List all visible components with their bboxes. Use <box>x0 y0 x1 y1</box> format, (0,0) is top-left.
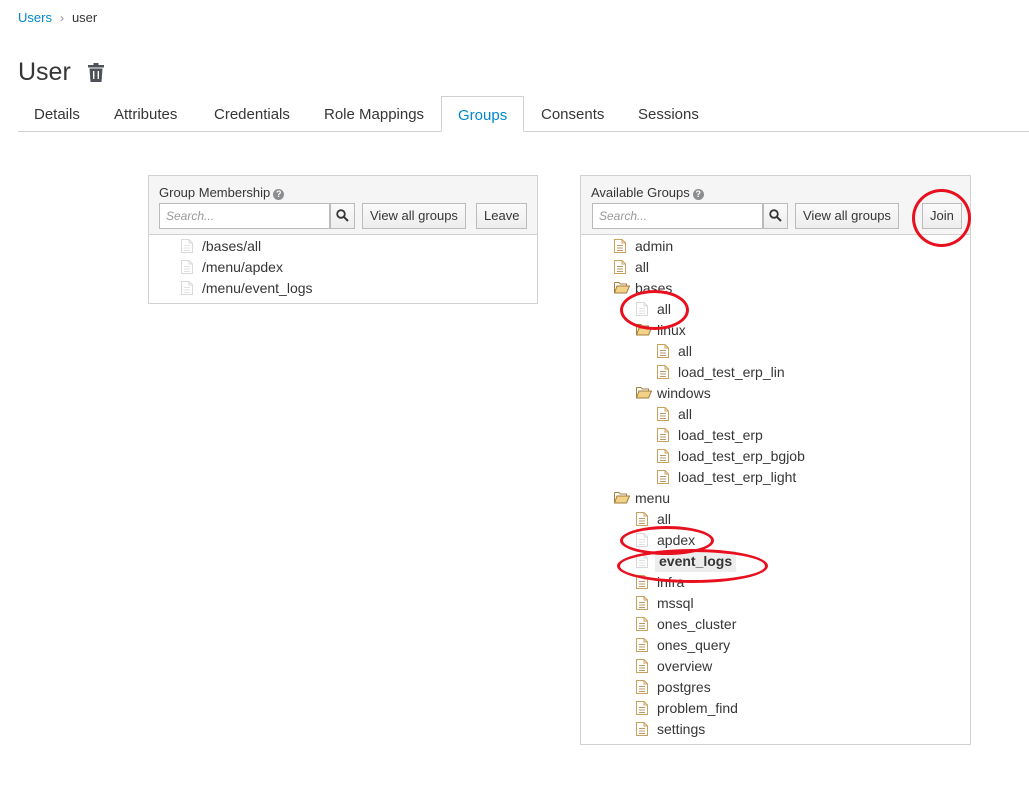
available-search-input[interactable] <box>592 203 763 229</box>
tree-item-label: load_test_erp_bgjob <box>678 448 805 464</box>
membership-item-label: /menu/apdex <box>202 259 283 275</box>
breadcrumb: Users › user <box>18 10 97 25</box>
group-membership-panel: Group Membership? View all groups Leave … <box>148 175 538 304</box>
search-icon <box>769 209 782 222</box>
tree-item-label: all <box>657 301 672 317</box>
group-membership-header: Group Membership? View all groups Leave <box>149 176 537 235</box>
tree-item-label: load_test_erp_lin <box>678 364 785 380</box>
tree-item-label: event_logs <box>655 551 737 572</box>
tab-consents[interactable]: Consents <box>525 96 620 131</box>
tab-credentials[interactable]: Credentials <box>198 96 306 131</box>
tab-groups[interactable]: Groups <box>441 96 525 132</box>
membership-view-all-button[interactable]: View all groups <box>362 203 466 229</box>
help-icon[interactable]: ? <box>692 189 704 200</box>
membership-item-label: /bases/all <box>202 238 262 254</box>
chevron-right-icon: › <box>59 11 64 25</box>
tree-item-label: all <box>678 406 693 422</box>
breadcrumb-current: user <box>71 10 98 25</box>
tab-details[interactable]: Details <box>18 96 96 131</box>
tab-sessions[interactable]: Sessions <box>622 96 715 131</box>
tree-item-label: overview <box>657 658 713 674</box>
help-icon[interactable]: ? <box>273 189 285 200</box>
leave-button[interactable]: Leave <box>476 203 528 229</box>
tree-item-label: all <box>678 343 693 359</box>
tree-item-label: admin <box>635 238 674 254</box>
tree-item-label: windows <box>657 385 711 401</box>
tree-item-label: ones_query <box>657 637 731 653</box>
join-button[interactable]: Join <box>922 203 962 229</box>
page-title: User <box>18 58 71 86</box>
tree-item-label: linux <box>657 322 686 338</box>
membership-item-label: /menu/event_logs <box>202 280 313 296</box>
tree-item-label: apdex <box>657 532 696 548</box>
tree-item-label: mssql <box>657 595 694 611</box>
tab-attributes[interactable]: Attributes <box>98 96 193 131</box>
breadcrumb-users-link[interactable]: Users <box>18 10 52 25</box>
trash-icon[interactable] <box>88 63 104 87</box>
available-search-button[interactable] <box>763 203 788 229</box>
tree-item-label: all <box>657 511 672 527</box>
tree-item-label: settings <box>657 721 706 737</box>
tree-item-label: bases <box>635 280 673 296</box>
tree-item-label: infra <box>657 574 685 590</box>
group-membership-title: Group Membership? <box>159 185 285 200</box>
tree-item-label: menu <box>635 490 671 506</box>
available-view-all-button[interactable]: View all groups <box>795 203 899 229</box>
tree-item-label: ones_cluster <box>657 616 737 632</box>
search-icon <box>336 209 349 222</box>
membership-search-button[interactable] <box>330 203 355 229</box>
tree-item-label: load_test_erp_light <box>678 469 797 485</box>
tree-item-label: load_test_erp <box>678 427 763 443</box>
tree-item-label: problem_find <box>657 700 738 716</box>
available-groups-panel: Available Groups? View all groups Join a… <box>580 175 971 745</box>
available-groups-title: Available Groups? <box>591 185 704 200</box>
membership-search-input[interactable] <box>159 203 330 229</box>
tab-bar: Details Attributes Credentials Role Mapp… <box>18 96 1029 132</box>
available-groups-header: Available Groups? View all groups Join <box>581 176 970 235</box>
tree-item-label: all <box>635 259 650 275</box>
tab-role-mappings[interactable]: Role Mappings <box>308 96 440 131</box>
tree-item-label: postgres <box>657 679 711 695</box>
